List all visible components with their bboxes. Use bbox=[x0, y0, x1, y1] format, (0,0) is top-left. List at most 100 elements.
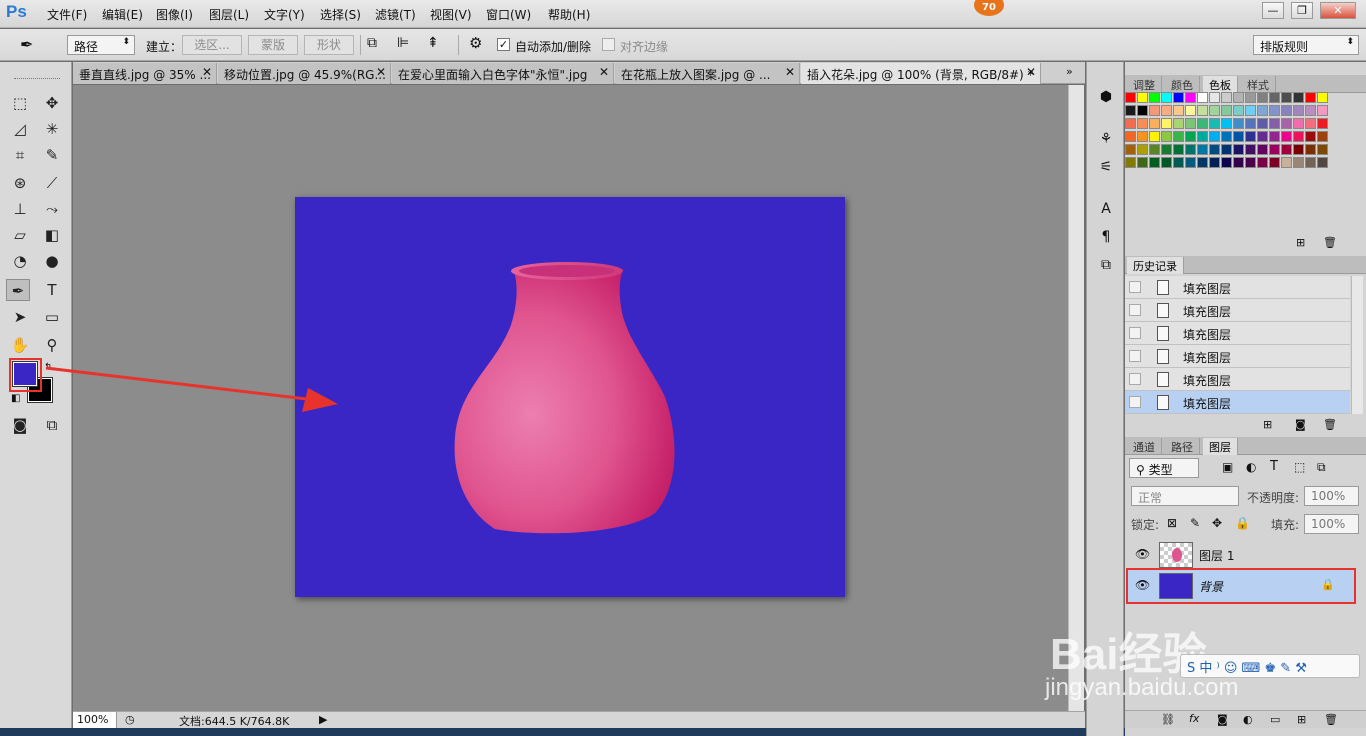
color-swatch[interactable] bbox=[1161, 144, 1172, 155]
color-swatch[interactable] bbox=[1137, 105, 1148, 116]
close-icon[interactable]: ✕ bbox=[785, 65, 795, 79]
minimize-button[interactable]: — bbox=[1262, 2, 1284, 19]
color-swatch[interactable] bbox=[1149, 144, 1160, 155]
color-swatch[interactable] bbox=[1149, 92, 1160, 103]
crop-tool-icon[interactable]: ⌗ bbox=[8, 144, 32, 166]
spot-healing-tool-icon[interactable]: ⊛ bbox=[8, 172, 32, 194]
auto-add-delete-checkbox[interactable]: ✓ bbox=[497, 38, 510, 51]
history-snapshot-checkbox[interactable] bbox=[1129, 350, 1141, 362]
color-swatch[interactable] bbox=[1233, 131, 1244, 142]
color-swatch[interactable] bbox=[1257, 118, 1268, 129]
color-swatch[interactable] bbox=[1281, 144, 1292, 155]
paragraph-icon[interactable]: ¶ bbox=[1097, 228, 1115, 246]
color-swatch[interactable] bbox=[1125, 92, 1136, 103]
menu-window[interactable]: 窗口(W) bbox=[486, 6, 531, 23]
gradient-tool-icon[interactable]: ◧ bbox=[40, 224, 64, 246]
lock-transparent-icon[interactable]: ⊠ bbox=[1167, 516, 1177, 530]
color-swatch[interactable] bbox=[1209, 105, 1220, 116]
color-swatch[interactable] bbox=[1161, 131, 1172, 142]
color-swatch[interactable] bbox=[1305, 144, 1316, 155]
clone-stamp-tool-icon[interactable]: ⊥ bbox=[8, 198, 32, 220]
3d-icon[interactable]: ⬢ bbox=[1097, 88, 1115, 106]
tab-history[interactable]: 历史记录 bbox=[1127, 257, 1184, 274]
trash-icon[interactable]: 🗑 bbox=[1323, 236, 1337, 249]
color-swatch[interactable] bbox=[1137, 157, 1148, 168]
default-colors-icon[interactable]: ◧ bbox=[11, 393, 20, 404]
zoom-tool-icon[interactable]: ⚲ bbox=[40, 334, 64, 356]
blur-tool-icon[interactable]: ◔ bbox=[8, 250, 32, 272]
new-swatch-icon[interactable]: ⊞ bbox=[1296, 236, 1305, 249]
pen-tool-icon[interactable]: ✒ bbox=[6, 279, 30, 301]
marquee-tool-icon[interactable]: ⬚ bbox=[8, 92, 32, 114]
rectangle-tool-icon[interactable]: ▭ bbox=[40, 306, 64, 328]
color-swatch[interactable] bbox=[1233, 144, 1244, 155]
lock-position-icon[interactable]: ✥ bbox=[1212, 516, 1222, 530]
color-swatch[interactable] bbox=[1149, 157, 1160, 168]
color-swatch[interactable] bbox=[1281, 157, 1292, 168]
color-swatch[interactable] bbox=[1125, 105, 1136, 116]
layer-filter-select[interactable]: ⚲ 类型 bbox=[1129, 458, 1199, 478]
color-swatch[interactable] bbox=[1197, 118, 1208, 129]
color-swatch[interactable] bbox=[1293, 92, 1304, 103]
lock-all-icon[interactable]: 🔒 bbox=[1235, 516, 1250, 530]
new-document-from-state-icon[interactable]: ⊞ bbox=[1263, 418, 1272, 431]
close-icon[interactable]: ✕ bbox=[1026, 65, 1036, 79]
gear-icon[interactable]: ⚙ bbox=[469, 34, 482, 52]
color-swatch[interactable] bbox=[1185, 105, 1196, 116]
color-swatch[interactable] bbox=[1269, 144, 1280, 155]
color-swatch[interactable] bbox=[1269, 131, 1280, 142]
color-swatch[interactable] bbox=[1293, 105, 1304, 116]
adjustment-layer-icon[interactable]: ◐ bbox=[1243, 713, 1253, 726]
color-swatch[interactable] bbox=[1293, 131, 1304, 142]
document-canvas[interactable] bbox=[295, 197, 845, 597]
color-swatch[interactable] bbox=[1317, 157, 1328, 168]
color-swatch[interactable] bbox=[1221, 131, 1232, 142]
color-swatch[interactable] bbox=[1173, 92, 1184, 103]
color-swatch[interactable] bbox=[1221, 157, 1232, 168]
type-filter-icon[interactable]: T bbox=[1270, 459, 1278, 474]
status-menu-arrow-icon[interactable]: ▶ bbox=[319, 713, 327, 726]
tab-styles[interactable]: 样式 bbox=[1241, 76, 1276, 93]
restore-button[interactable]: ❐ bbox=[1291, 2, 1313, 19]
trash-icon[interactable]: 🗑 bbox=[1323, 418, 1337, 431]
history-snapshot-checkbox[interactable] bbox=[1129, 373, 1141, 385]
opacity-input[interactable]: 100% bbox=[1304, 486, 1359, 506]
color-swatch[interactable] bbox=[1317, 131, 1328, 142]
color-swatch[interactable] bbox=[1173, 144, 1184, 155]
color-swatch[interactable] bbox=[1245, 92, 1256, 103]
history-snapshot-checkbox[interactable] bbox=[1129, 396, 1141, 408]
color-swatch[interactable] bbox=[1197, 157, 1208, 168]
smart-object-filter-icon[interactable]: ⧉ bbox=[1317, 460, 1326, 475]
history-row[interactable]: 填充图层 bbox=[1125, 345, 1350, 368]
color-swatch[interactable] bbox=[1161, 157, 1172, 168]
color-swatch[interactable] bbox=[1269, 92, 1280, 103]
more-tabs-icon[interactable]: » bbox=[1066, 65, 1073, 78]
color-swatch[interactable] bbox=[1245, 105, 1256, 116]
paragraph-styles-icon[interactable]: ⧉ bbox=[1097, 256, 1115, 274]
history-snapshot-checkbox[interactable] bbox=[1129, 281, 1141, 293]
adjustment-filter-icon[interactable]: ◐ bbox=[1246, 460, 1256, 474]
color-swatch[interactable] bbox=[1209, 144, 1220, 155]
history-row[interactable]: 填充图层 bbox=[1125, 368, 1350, 391]
image-filter-icon[interactable]: ▣ bbox=[1222, 460, 1233, 474]
tab-channels[interactable]: 通道 bbox=[1127, 438, 1162, 455]
color-swatch[interactable] bbox=[1125, 144, 1136, 155]
menu-edit[interactable]: 编辑(E) bbox=[102, 6, 143, 23]
color-swatch[interactable] bbox=[1317, 118, 1328, 129]
history-snapshot-checkbox[interactable] bbox=[1129, 327, 1141, 339]
menu-file[interactable]: 文件(F) bbox=[47, 6, 87, 23]
tab-document[interactable]: 垂直直线.jpg @ 35% ... ✕ bbox=[73, 63, 217, 84]
link-layers-icon[interactable]: ⛓ bbox=[1161, 713, 1175, 726]
history-row[interactable]: 填充图层 bbox=[1125, 276, 1350, 299]
color-swatch[interactable] bbox=[1173, 157, 1184, 168]
color-swatch[interactable] bbox=[1281, 92, 1292, 103]
color-swatch[interactable] bbox=[1125, 131, 1136, 142]
menu-type[interactable]: 文字(Y) bbox=[264, 6, 305, 23]
menu-filter[interactable]: 滤镜(T) bbox=[375, 6, 416, 23]
color-swatch[interactable] bbox=[1281, 118, 1292, 129]
pen-tool-icon[interactable]: ✒ bbox=[20, 35, 33, 54]
color-swatch[interactable] bbox=[1269, 157, 1280, 168]
color-swatch[interactable] bbox=[1245, 118, 1256, 129]
close-icon[interactable]: ✕ bbox=[376, 65, 386, 79]
add-mask-icon[interactable]: ◙ bbox=[1217, 713, 1228, 726]
